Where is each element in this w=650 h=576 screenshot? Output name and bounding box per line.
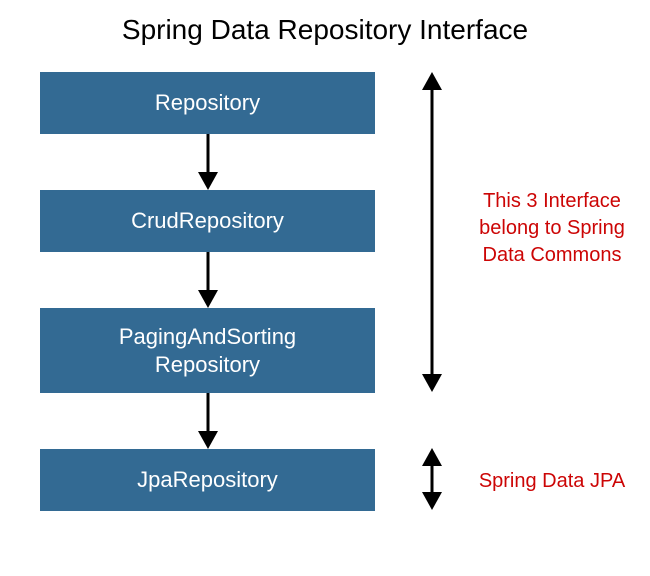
annotation-commons: This 3 Interface belong to Spring Data C… [472, 188, 632, 269]
double-arrow-vertical-icon [418, 448, 446, 510]
connector-3 [40, 393, 375, 449]
box-repository-label: Repository [155, 89, 260, 117]
box-crud-repository-label: CrudRepository [131, 207, 284, 235]
box-paging-sorting-repository: PagingAndSorting Repository [40, 308, 375, 393]
bracket-commons [418, 72, 446, 392]
diagram-title: Spring Data Repository Interface [0, 14, 650, 46]
annotation-jpa-text: Spring Data JPA [479, 470, 625, 492]
box-repository: Repository [40, 72, 375, 134]
box-paging-sorting-label-line2: Repository [119, 351, 296, 379]
box-paging-sorting-label-line1: PagingAndSorting [119, 323, 296, 351]
arrow-down-icon [196, 393, 220, 449]
connector-2 [40, 252, 375, 308]
arrow-down-icon [196, 134, 220, 190]
annotation-commons-line1: This 3 Interface [472, 188, 632, 215]
box-crud-repository: CrudRepository [40, 190, 375, 252]
annotation-commons-line2: belong to Spring [472, 215, 632, 242]
arrow-down-icon [196, 252, 220, 308]
box-jpa-repository: JpaRepository [40, 449, 375, 511]
annotation-jpa: Spring Data JPA [472, 468, 632, 495]
annotation-commons-line3: Data Commons [472, 242, 632, 269]
hierarchy-column: Repository CrudRepository PagingAndSorti… [40, 72, 375, 511]
bracket-jpa [418, 448, 446, 510]
box-jpa-repository-label: JpaRepository [137, 466, 278, 494]
connector-1 [40, 134, 375, 190]
double-arrow-vertical-icon [418, 72, 446, 392]
